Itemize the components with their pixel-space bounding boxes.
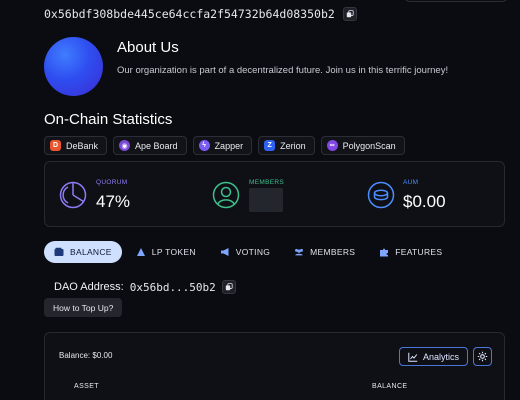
copy-address-button[interactable]	[342, 7, 357, 21]
quorum-value: 47%	[96, 192, 131, 211]
tab-balance-label: BALANCE	[70, 247, 112, 257]
tab-voting-label: VOTING	[235, 247, 271, 257]
quorum-stat: QUORUM 47%	[45, 162, 195, 228]
wallet-address-row: 0x56bdf308bde445ce64ccfa2f54732b64d08350…	[44, 7, 357, 21]
coins-icon	[367, 181, 395, 209]
column-header-balance: BALANCE	[372, 383, 408, 390]
copy-icon	[346, 10, 354, 18]
aum-stat: AUM $0.00	[365, 162, 505, 228]
analytics-label: Analytics	[422, 351, 459, 362]
zapper-icon: ϟ	[198, 140, 210, 151]
wallet-address: 0x56bdf308bde445ce64ccfa2f54732b64d08350…	[44, 7, 335, 21]
statistics-card: QUORUM 47% MEMBERS AUM $0.00	[44, 161, 505, 227]
tab-lp-token[interactable]: LP TOKEN	[126, 241, 206, 263]
analytics-links: D DeBank ◉ Ape Board ϟ Zapper Z Zerion ∞…	[44, 136, 405, 155]
tab-balance[interactable]: BALANCE	[44, 241, 122, 263]
polygonscan-icon: ∞	[326, 140, 338, 151]
quorum-label: QUORUM	[96, 179, 128, 186]
chart-line-icon	[408, 352, 418, 362]
statistics-title: On-Chain Statistics	[44, 111, 173, 128]
top-right-button-edge	[404, 0, 508, 2]
user-icon	[212, 181, 240, 209]
apeboard-link[interactable]: ◉ Ape Board	[113, 136, 187, 155]
tab-members[interactable]: MEMBERS	[284, 241, 365, 263]
balance-label: Balance:	[59, 351, 91, 360]
balance-summary: Balance: $0.00	[59, 351, 112, 360]
zerion-label: Zerion	[280, 140, 306, 151]
debank-icon: D	[50, 140, 61, 151]
dao-address-label: DAO Address:	[54, 281, 124, 293]
analytics-button[interactable]: Analytics	[399, 347, 468, 366]
users-icon	[295, 248, 304, 256]
column-header-asset: ASSET	[74, 383, 99, 390]
zapper-label: Zapper	[214, 140, 244, 151]
apeboard-label: Ape Board	[135, 140, 178, 151]
dao-address-row: DAO Address: 0x56bd...50b2	[54, 280, 236, 294]
members-value-placeholder	[249, 188, 283, 212]
apeboard-icon: ◉	[119, 140, 131, 151]
about-title: About Us	[117, 39, 179, 56]
settings-button[interactable]	[473, 347, 492, 366]
polygonscan-label: PolygonScan	[342, 140, 396, 151]
balance-value: $0.00	[92, 351, 113, 360]
balance-card: Balance: $0.00 Analytics ASSET BALANCE	[44, 332, 505, 400]
tab-lp-token-label: LP TOKEN	[151, 247, 196, 257]
copy-icon	[225, 283, 233, 291]
debank-link[interactable]: D DeBank	[44, 136, 108, 155]
tab-features[interactable]: FEATURES	[369, 241, 452, 263]
megaphone-icon	[220, 248, 229, 256]
tab-voting[interactable]: VOTING	[210, 241, 280, 263]
lp-token-icon	[136, 248, 145, 256]
pie-chart-icon	[59, 181, 87, 209]
gear-icon	[477, 351, 488, 362]
dao-avatar	[44, 37, 103, 96]
aum-value: $0.00	[403, 192, 446, 211]
zerion-link[interactable]: Z Zerion	[258, 136, 315, 155]
puzzle-icon	[380, 248, 389, 257]
polygonscan-link[interactable]: ∞ PolygonScan	[320, 136, 405, 155]
tab-features-label: FEATURES	[395, 247, 443, 257]
zerion-icon: Z	[264, 140, 276, 151]
aum-label: AUM	[403, 179, 419, 186]
dao-tabs: BALANCE LP TOKEN VOTING MEMBERS FEATURES	[44, 241, 452, 263]
dao-address-value: 0x56bd...50b2	[129, 280, 216, 294]
how-to-top-up-button[interactable]: How to Top Up?	[44, 298, 123, 317]
wallet-icon	[54, 247, 64, 256]
zapper-link[interactable]: ϟ Zapper	[192, 136, 253, 155]
debank-label: DeBank	[66, 140, 99, 151]
tab-members-label: MEMBERS	[310, 247, 356, 257]
members-stat: MEMBERS	[210, 162, 360, 228]
about-description: Our organization is part of a decentrali…	[117, 65, 449, 76]
copy-dao-address-button[interactable]	[221, 280, 236, 294]
members-label: MEMBERS	[249, 179, 284, 186]
